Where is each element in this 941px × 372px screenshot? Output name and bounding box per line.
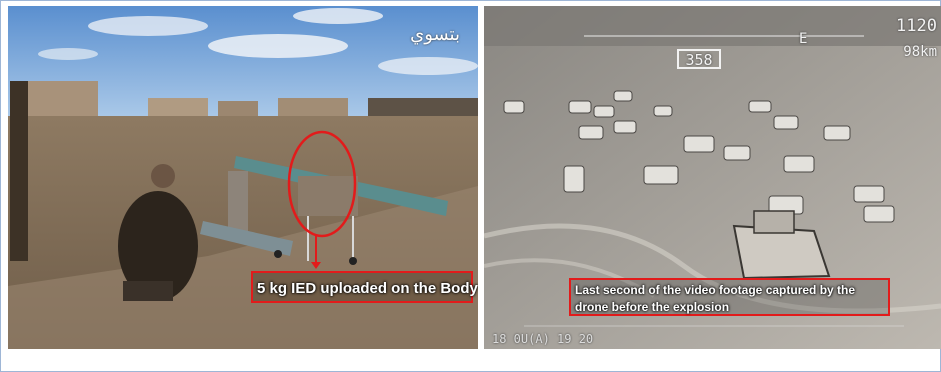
hud-compass-label: E [799,31,808,47]
hud-altitude-readout: 1120 [896,16,937,36]
drone-footage-photo: 358 E 1120 98km 18 0U(A) 19 20 Last seco… [484,6,941,349]
watermark-logo: بتسوي [410,24,460,45]
drone-launch-photo: بتسوي 5 kg IED uploaded on the Body [8,6,478,349]
hud-bottom-readout: 18 0U(A) 19 20 [492,332,594,346]
figure-frame: بتسوي 5 kg IED uploaded on the Body 358 … [0,0,941,372]
hud-speed-readout: 98km [903,44,937,60]
footage-caption: Last second of the video footage capture… [569,278,890,316]
ied-caption: 5 kg IED uploaded on the Body [251,271,478,303]
hud-heading-readout: 358 [677,49,721,69]
